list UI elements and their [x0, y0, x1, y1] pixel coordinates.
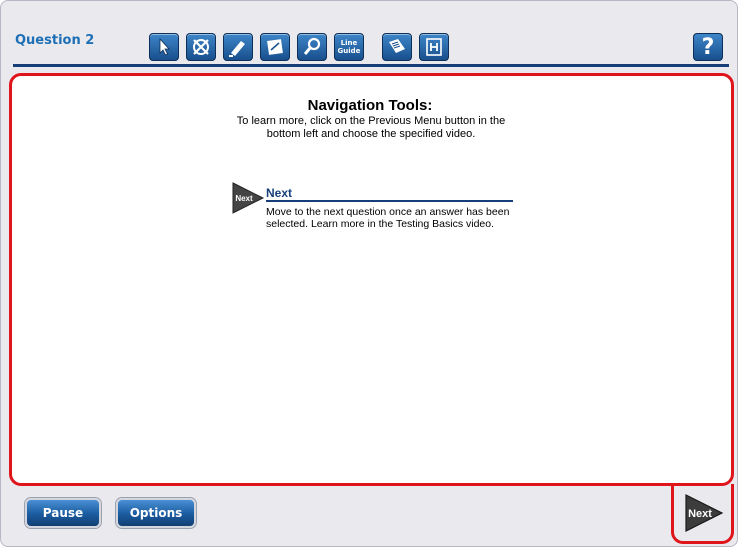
- pause-button[interactable]: Pause: [25, 498, 101, 528]
- help-button[interactable]: ?: [693, 33, 723, 61]
- formula-icon: [426, 38, 442, 56]
- eliminator-icon: [193, 39, 209, 55]
- pointer-tool-button[interactable]: [149, 33, 179, 61]
- next-badge-icon: Next: [232, 182, 265, 214]
- notepad-icon: [267, 39, 283, 55]
- line-guide-tool-button[interactable]: Line Guide: [334, 33, 364, 61]
- next-item-title: Next: [266, 186, 293, 200]
- next-badge-label: Next: [235, 194, 253, 203]
- next-button[interactable]: Next: [684, 493, 724, 533]
- highlighter-icon: [229, 41, 245, 57]
- panel-heading: Navigation Tools:: [307, 97, 433, 114]
- next-tool-description: Next Next Move to the next question once…: [231, 181, 516, 231]
- eliminator-tool-button[interactable]: [186, 33, 216, 61]
- pointer-icon: [159, 37, 170, 56]
- options-button[interactable]: Options: [116, 498, 196, 528]
- magnifier-icon: [303, 37, 321, 55]
- next-item-description: Move to the next question once an answer…: [266, 206, 510, 230]
- reference-sheet-tool-button[interactable]: [382, 33, 412, 61]
- next-button-label: Next: [688, 508, 712, 520]
- highlighter-tool-button[interactable]: [223, 33, 253, 61]
- app-window: Question 2 Line Guide ? Navigation Tools…: [0, 0, 738, 547]
- panel-subtitle: To learn more, click on the Previous Men…: [236, 115, 506, 140]
- notepad-tool-button[interactable]: [260, 33, 290, 61]
- header-divider: [13, 64, 729, 67]
- magnifier-tool-button[interactable]: [297, 33, 327, 61]
- reference-sheet-icon: [389, 39, 405, 53]
- question-title: Question 2: [15, 33, 95, 48]
- line-guide-label: Line Guide: [337, 39, 361, 55]
- formula-tool-button[interactable]: [419, 33, 449, 61]
- next-item-divider: [266, 200, 513, 202]
